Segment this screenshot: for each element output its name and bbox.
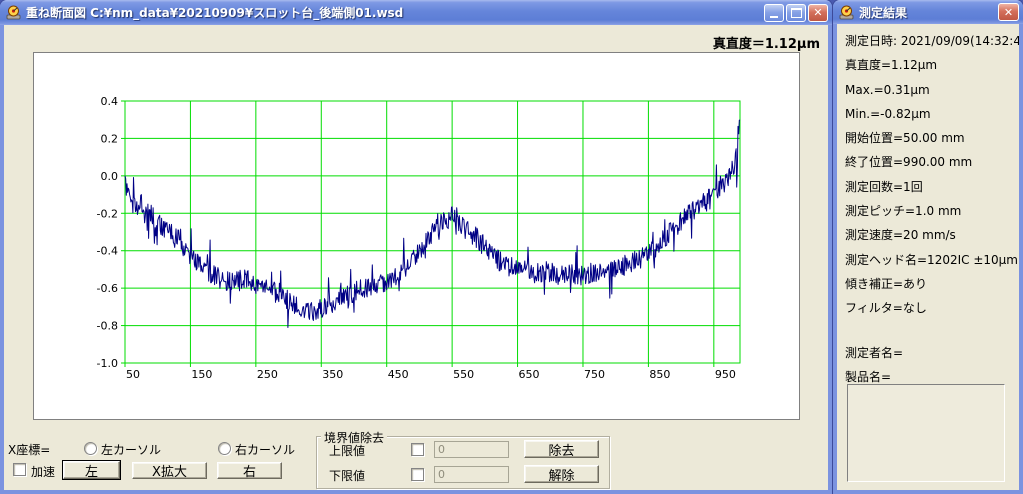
x-zoom-button[interactable]: X拡大 (132, 462, 207, 479)
window-title: 重ね断面図 C:¥nm_data¥20210909¥スロット台_後端側01.ws… (26, 4, 762, 21)
svg-text:650: 650 (519, 368, 540, 381)
release-button[interactable]: 解除 (524, 465, 599, 483)
close-button[interactable]: ✕ (808, 4, 828, 22)
tilt-correction-line: 傾き補正=あり (845, 272, 1019, 296)
upper-limit-label: 上限値 (329, 442, 365, 459)
product-note-box (847, 384, 1005, 482)
maximize-button[interactable] (786, 4, 806, 22)
svg-text:-0.6: -0.6 (97, 282, 118, 295)
maximize-icon (791, 8, 802, 18)
svg-text:0.0: 0.0 (101, 170, 119, 183)
svg-text:-0.8: -0.8 (97, 320, 118, 333)
svg-text:450: 450 (388, 368, 409, 381)
profile-chart-panel[interactable]: 0.4 0.2 0.0 -0.2 -0.4 -0.6 -0.8 -1.0 50 150 250 350… (33, 52, 800, 420)
svg-text:-0.2: -0.2 (97, 207, 118, 220)
filter-line: フィルタ=なし (845, 296, 1019, 320)
svg-text:150: 150 (191, 368, 212, 381)
operator-name-line: 測定者名= (845, 341, 1019, 365)
svg-text:750: 750 (584, 368, 605, 381)
svg-text:-1.0: -1.0 (97, 357, 118, 370)
upper-limit-input[interactable] (434, 441, 509, 458)
lower-limit-input[interactable] (434, 466, 509, 483)
result-window-body: 測定日時: 2021/09/09(14:32:49) 真直度=1.12μm Ma… (837, 24, 1019, 490)
app-icon (6, 5, 21, 20)
max-line: Max.=0.31μm (845, 78, 1019, 102)
svg-text:550: 550 (453, 368, 474, 381)
left-cursor-radio-label[interactable]: 左カーソル (101, 441, 161, 458)
svg-text:0.2: 0.2 (101, 132, 119, 145)
remove-button[interactable]: 除去 (524, 440, 599, 458)
move-left-button[interactable]: 左 (63, 461, 120, 479)
profile-chart: 0.4 0.2 0.0 -0.2 -0.4 -0.6 -0.8 -1.0 50 150 250 350… (34, 53, 799, 419)
straightness-value-label: 真直度＝1.12μm (713, 33, 820, 52)
straightness-line: 真直度=1.12μm (845, 53, 1019, 77)
accelerate-checkbox-label[interactable]: 加速 (31, 463, 55, 480)
svg-text:950: 950 (715, 368, 736, 381)
measurement-pitch-line: 測定ピッチ=1.0 mm (845, 199, 1019, 223)
svg-text:250: 250 (257, 368, 278, 381)
svg-text:850: 850 (649, 368, 670, 381)
x-coordinate-label: X座標= (8, 441, 50, 458)
main-window-body: 真直度＝1.12μm 0.4 0.2 0.0 -0.2 -0.4 -0.6 -0.8 -1.0… (4, 25, 828, 490)
measurement-count-line: 測定回数=1回 (845, 175, 1019, 199)
close-icon: ✕ (813, 6, 822, 19)
result-app-icon (839, 5, 854, 20)
left-cursor-radio[interactable] (84, 442, 97, 455)
result-window: 測定結果 ✕ 測定日時: 2021/09/09(14:32:49) 真直度=1.… (833, 0, 1023, 494)
result-close-icon: ✕ (1004, 6, 1013, 19)
measurement-head-line: 測定ヘッド名=1202IC ±10μm (845, 248, 1019, 272)
upper-limit-checkbox[interactable] (411, 443, 424, 456)
minimize-button[interactable] (764, 4, 784, 22)
right-cursor-radio[interactable] (218, 442, 231, 455)
min-line: Min.=-0.82μm (845, 102, 1019, 126)
boundary-removal-group: 境界値除去 上限値 除去 下限値 解除 (316, 436, 610, 489)
lower-limit-label: 下限値 (329, 467, 365, 484)
main-titlebar[interactable]: 重ね断面図 C:¥nm_data¥20210909¥スロット台_後端側01.ws… (0, 0, 832, 25)
right-cursor-radio-label[interactable]: 右カーソル (235, 441, 295, 458)
main-window: 重ね断面図 C:¥nm_data¥20210909¥スロット台_後端側01.ws… (0, 0, 832, 494)
start-position-line: 開始位置=50.00 mm (845, 126, 1019, 150)
minimize-icon (770, 16, 778, 18)
measurement-result-list: 測定日時: 2021/09/09(14:32:49) 真直度=1.12μm Ma… (837, 24, 1019, 389)
move-right-button[interactable]: 右 (217, 462, 282, 479)
accelerate-checkbox[interactable] (13, 463, 26, 476)
result-close-button[interactable]: ✕ (998, 3, 1019, 21)
svg-text:0.4: 0.4 (101, 95, 119, 108)
measurement-speed-line: 測定速度=20 mm/s (845, 223, 1019, 247)
svg-text:350: 350 (322, 368, 343, 381)
end-position-line: 終了位置=990.00 mm (845, 150, 1019, 174)
svg-text:-0.4: -0.4 (97, 245, 118, 258)
measurement-datetime: 測定日時: 2021/09/09(14:32:49) (845, 29, 1019, 53)
result-titlebar[interactable]: 測定結果 ✕ (833, 0, 1023, 24)
lower-limit-checkbox[interactable] (411, 468, 424, 481)
svg-text:50: 50 (126, 368, 140, 381)
result-window-title: 測定結果 (859, 4, 996, 21)
